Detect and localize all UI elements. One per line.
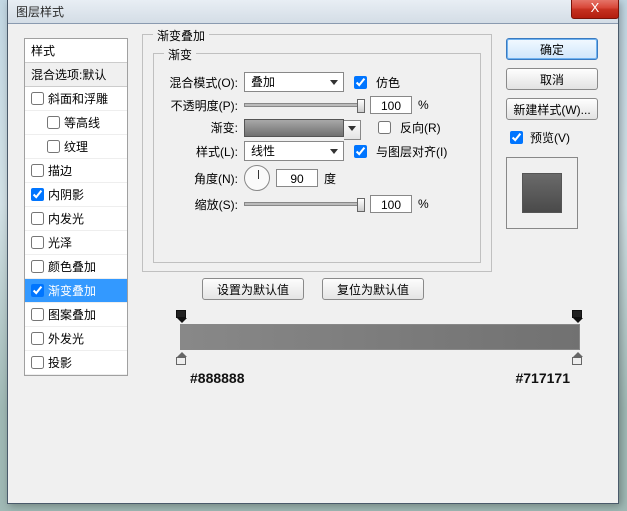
gradient-subgroup: 渐变 混合模式(O): 叠加 仿色 不透明度(P): 100 %: [153, 53, 481, 263]
opacity-unit: %: [418, 98, 429, 112]
color-stop-right[interactable]: [572, 352, 584, 365]
preview-swatch: [506, 157, 578, 229]
opacity-value[interactable]: 100: [370, 96, 412, 114]
color-label-right: #717171: [515, 370, 570, 386]
style-label: 投影: [48, 354, 72, 371]
gradient-label: 渐变:: [160, 119, 238, 136]
window-title: 图层样式: [16, 3, 64, 20]
style-checkbox[interactable]: [31, 332, 44, 345]
dither-label: 仿色: [376, 74, 400, 91]
preview-checkbox[interactable]: [510, 131, 523, 144]
style-item-11[interactable]: 投影: [25, 351, 127, 375]
ok-button[interactable]: 确定: [506, 38, 598, 60]
style-label: 颜色叠加: [48, 258, 96, 275]
blend-mode-select[interactable]: 叠加: [244, 72, 344, 92]
style-checkbox[interactable]: [31, 260, 44, 273]
opacity-stop-right[interactable]: [572, 310, 584, 322]
blend-mode-label: 混合模式(O):: [160, 74, 238, 91]
style-label: 渐变叠加: [48, 282, 96, 299]
style-checkbox[interactable]: [31, 356, 44, 369]
style-checkbox[interactable]: [47, 116, 60, 129]
style-item-2[interactable]: 纹理: [25, 135, 127, 159]
opacity-slider[interactable]: [244, 103, 364, 107]
layer-style-dialog: 图层样式 X 样式 混合选项:默认 斜面和浮雕等高线纹理描边内阴影内发光光泽颜色…: [7, 0, 619, 504]
style-checkbox[interactable]: [31, 308, 44, 321]
reset-default-button[interactable]: 复位为默认值: [322, 278, 424, 300]
style-item-1[interactable]: 等高线: [25, 111, 127, 135]
style-item-8[interactable]: 渐变叠加: [25, 279, 127, 303]
scale-value[interactable]: 100: [370, 195, 412, 213]
style-item-9[interactable]: 图案叠加: [25, 303, 127, 327]
titlebar[interactable]: 图层样式 X: [8, 0, 618, 24]
gradient-editor: #888888 #717171: [180, 310, 580, 396]
styles-header: 样式: [25, 39, 127, 63]
subgroup-title: 渐变: [164, 46, 196, 63]
gradient-overlay-group: 渐变叠加 渐变 混合模式(O): 叠加 仿色 不透明度(P): 100 %: [142, 34, 492, 272]
new-style-button[interactable]: 新建样式(W)...: [506, 98, 598, 120]
style-checkbox[interactable]: [47, 140, 60, 153]
angle-label: 角度(N):: [160, 170, 238, 187]
blend-options-row[interactable]: 混合选项:默认: [25, 63, 127, 87]
set-default-button[interactable]: 设置为默认值: [202, 278, 304, 300]
scale-label: 缩放(S):: [160, 196, 238, 213]
styles-panel: 样式 混合选项:默认 斜面和浮雕等高线纹理描边内阴影内发光光泽颜色叠加渐变叠加图…: [24, 38, 128, 376]
gradient-bar[interactable]: [180, 324, 580, 350]
scale-unit: %: [418, 197, 429, 211]
style-select[interactable]: 线性: [244, 141, 344, 161]
style-label: 图案叠加: [48, 306, 96, 323]
style-checkbox[interactable]: [31, 164, 44, 177]
style-item-3[interactable]: 描边: [25, 159, 127, 183]
style-label: 纹理: [64, 138, 88, 155]
reverse-checkbox[interactable]: [378, 121, 391, 134]
style-label: 样式(L):: [160, 143, 238, 160]
style-item-7[interactable]: 颜色叠加: [25, 255, 127, 279]
preview-label: 预览(V): [530, 129, 570, 146]
angle-value[interactable]: 90: [276, 169, 318, 187]
style-label: 斜面和浮雕: [48, 90, 108, 107]
style-label: 光泽: [48, 234, 72, 251]
style-item-4[interactable]: 内阴影: [25, 183, 127, 207]
angle-dial[interactable]: [244, 165, 270, 191]
style-checkbox[interactable]: [31, 284, 44, 297]
group-title: 渐变叠加: [153, 27, 209, 44]
dither-checkbox[interactable]: [354, 76, 367, 89]
style-label: 内阴影: [48, 186, 84, 203]
style-checkbox[interactable]: [31, 236, 44, 249]
style-label: 描边: [48, 162, 72, 179]
style-item-0[interactable]: 斜面和浮雕: [25, 87, 127, 111]
align-label: 与图层对齐(I): [376, 143, 447, 160]
style-label: 外发光: [48, 330, 84, 347]
gradient-picker[interactable]: [244, 119, 344, 137]
style-checkbox[interactable]: [31, 212, 44, 225]
color-label-left: #888888: [190, 370, 245, 386]
reverse-label: 反向(R): [400, 119, 441, 136]
style-label: 等高线: [64, 114, 100, 131]
style-checkbox[interactable]: [31, 188, 44, 201]
scale-slider[interactable]: [244, 202, 364, 206]
angle-unit: 度: [324, 170, 336, 187]
dialog-buttons: 确定 取消 新建样式(W)... 预览(V): [506, 38, 598, 229]
cancel-button[interactable]: 取消: [506, 68, 598, 90]
color-stop-left[interactable]: [176, 352, 188, 365]
close-button[interactable]: X: [571, 0, 619, 19]
style-item-6[interactable]: 光泽: [25, 231, 127, 255]
opacity-label: 不透明度(P):: [160, 97, 238, 114]
align-checkbox[interactable]: [354, 145, 367, 158]
preview-thumbnail: [522, 173, 562, 213]
style-item-5[interactable]: 内发光: [25, 207, 127, 231]
style-item-10[interactable]: 外发光: [25, 327, 127, 351]
opacity-stop-left[interactable]: [176, 310, 188, 322]
style-label: 内发光: [48, 210, 84, 227]
style-checkbox[interactable]: [31, 92, 44, 105]
